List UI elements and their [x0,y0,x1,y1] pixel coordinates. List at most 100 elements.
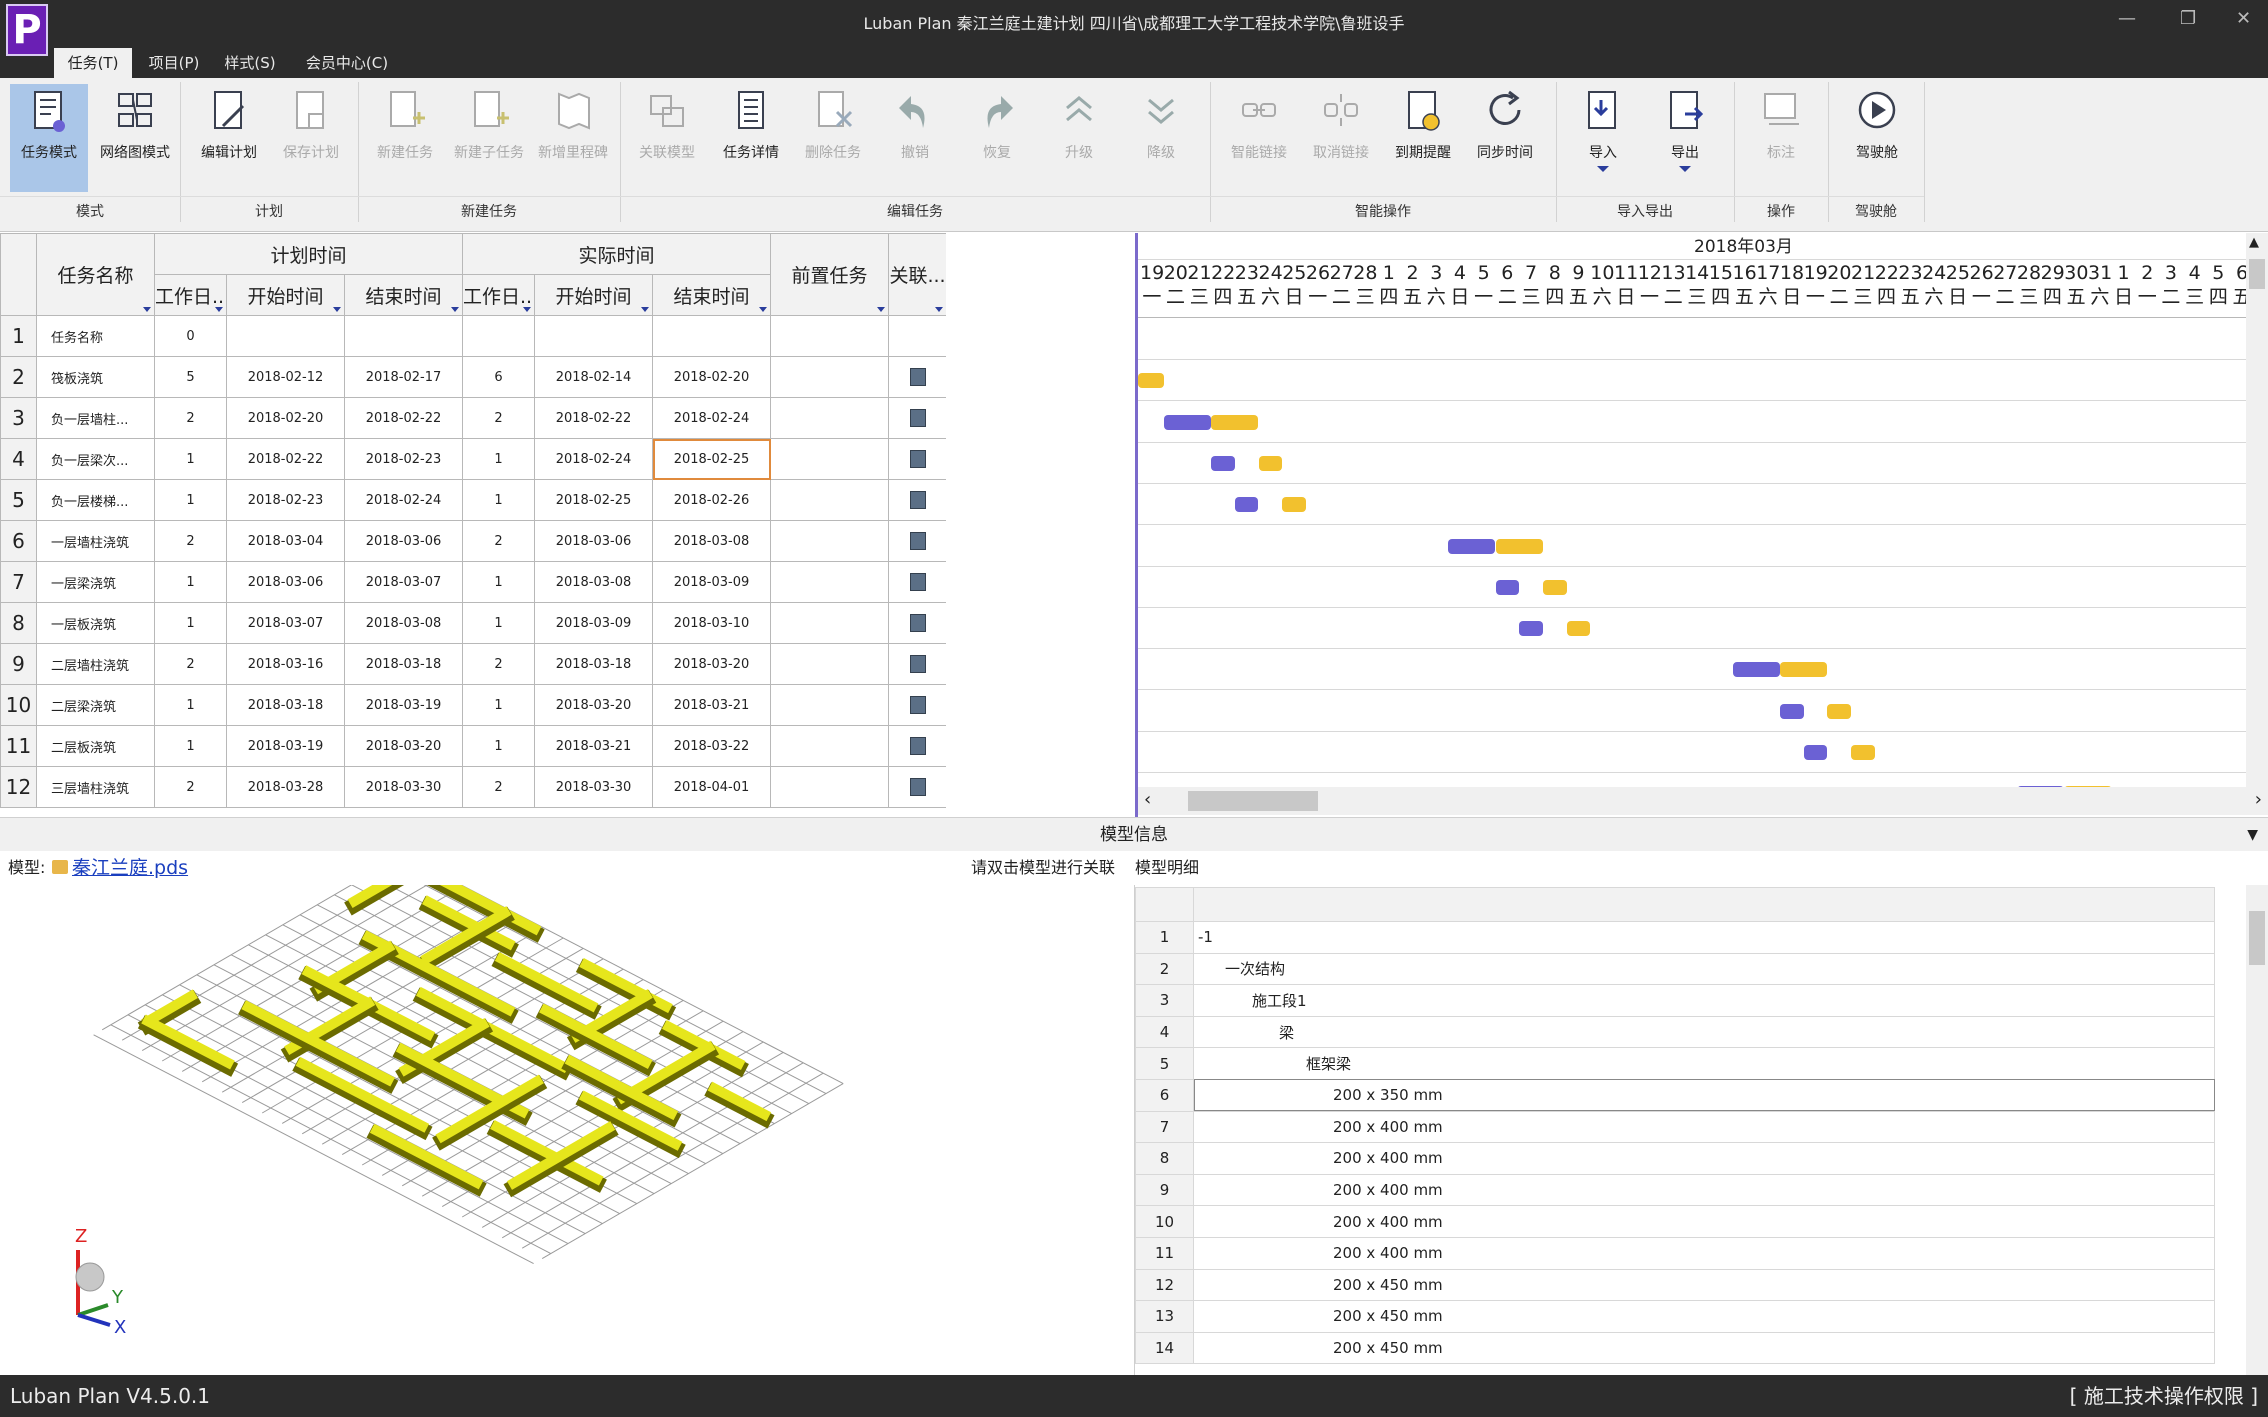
tree-row[interactable]: 1 -1 [1135,921,2215,954]
plan-end-cell[interactable]: 2018-02-24 [344,479,463,521]
actual-days-cell[interactable] [462,315,535,357]
task-row[interactable]: 4 负一层梁次... 1 2018-02-22 2018-02-23 1 2018-02-2… [0,438,946,480]
scrollbar-thumb[interactable] [2249,911,2265,965]
tree-row[interactable]: 14 200 x 450 mm [1135,1331,2215,1365]
tree-row[interactable]: 10 200 x 400 mm [1135,1205,2215,1238]
unlink-button[interactable]: 取消链接 [1302,84,1380,192]
scrollbar-thumb[interactable] [2249,259,2265,289]
task-name-cell[interactable]: 二层梁浇筑 [36,684,155,726]
actual-start-cell[interactable]: 2018-03-20 [534,684,653,726]
plan-days-cell[interactable]: 2 [154,766,227,808]
task-mode-button[interactable]: 任务模式 [10,84,88,192]
plan-bar[interactable] [1234,497,1259,513]
plan-days-cell[interactable]: 2 [154,397,227,439]
actual-days-cell[interactable]: 2 [462,766,535,808]
linked-model-icon[interactable] [909,491,926,509]
tree-row[interactable]: 9 200 x 400 mm [1135,1173,2215,1207]
plan-days-cell[interactable]: 1 [154,602,227,644]
col-actual-start[interactable]: 开始时间 [534,274,653,316]
new-task-button[interactable]: 新建任务 [366,84,444,192]
col-plan-work-days[interactable]: 工作日... [154,274,227,316]
linked-model-icon[interactable] [909,573,926,591]
link-model-button[interactable]: 关联模型 [628,84,706,192]
tree-node-label[interactable]: 200 x 400 mm [1193,1236,2215,1270]
plan-days-cell[interactable]: 1 [154,725,227,767]
beam[interactable] [494,952,599,1013]
gantt-vertical-scrollbar[interactable]: ▲ [2246,233,2268,787]
task-row[interactable]: 8 一层板浇筑 1 2018-03-07 2018-03-08 1 2018-03-09 20… [0,602,946,644]
linked-model-icon[interactable] [909,409,926,427]
tree-row[interactable]: 6 200 x 350 mm [1135,1078,2215,1112]
linked-cell[interactable] [888,520,946,562]
task-row[interactable]: 7 一层梁浇筑 1 2018-03-06 2018-03-07 1 2018-03-08 20… [0,561,946,603]
plan-bar[interactable] [1163,414,1212,430]
plan-start-cell[interactable]: 2018-03-04 [226,520,345,562]
minimize-button[interactable]: — [2118,8,2136,29]
actual-start-cell[interactable]: 2018-02-14 [534,356,653,398]
actual-days-cell[interactable]: 6 [462,356,535,398]
model-file-link[interactable]: 秦江兰庭.pds [72,851,188,885]
demote-button[interactable]: 降级 [1122,84,1200,192]
actual-end-cell[interactable]: 2018-02-24 [652,397,771,439]
task-row[interactable]: 12 三层墙柱浇筑 2 2018-03-28 2018-03-30 2 2018-03-30… [0,766,946,808]
tree-row[interactable]: 5 框架梁 [1135,1047,2215,1080]
task-row[interactable]: 11 二层板浇筑 1 2018-03-19 2018-03-20 1 2018-03-21 2… [0,725,946,767]
linked-model-icon[interactable] [909,450,926,468]
actual-bar[interactable] [1138,373,1164,389]
plan-end-cell[interactable]: 2018-03-19 [344,684,463,726]
scrollbar-thumb[interactable] [1188,791,1318,811]
plan-start-cell[interactable]: 2018-03-07 [226,602,345,644]
plan-bar[interactable] [1448,538,1496,554]
linked-cell[interactable] [888,438,946,480]
linked-model-icon[interactable] [909,737,926,755]
plan-start-cell[interactable] [226,315,345,357]
predecessor-cell[interactable] [770,643,889,685]
actual-start-cell[interactable]: 2018-03-06 [534,520,653,562]
import-dropdown-icon[interactable] [1597,166,1609,172]
actual-bar[interactable] [1258,455,1283,471]
task-row[interactable]: 1 任务名称 0 [0,315,946,357]
task-name-cell[interactable]: 一层梁浇筑 [36,561,155,603]
actual-start-cell[interactable]: 2018-02-22 [534,397,653,439]
beam[interactable] [539,1003,653,1069]
save-plan-button[interactable]: 保存计划 [272,84,350,192]
task-name-cell[interactable]: 一层板浇筑 [36,602,155,644]
linked-cell[interactable] [888,356,946,398]
linked-model-icon[interactable] [909,655,926,673]
tree-row[interactable]: 13 200 x 450 mm [1135,1300,2215,1333]
actual-end-cell[interactable]: 2018-03-10 [652,602,771,644]
actual-days-cell[interactable]: 2 [462,397,535,439]
linked-model-icon[interactable] [909,614,926,632]
linked-cell[interactable] [888,561,946,603]
plan-end-cell[interactable]: 2018-03-30 [344,766,463,808]
tree-node-label[interactable]: 200 x 350 mm [1193,1078,2215,1112]
tree-row[interactable]: 7 200 x 400 mm [1135,1110,2215,1144]
actual-bar[interactable] [1827,703,1851,719]
tree-node-label[interactable]: 施工段1 [1193,984,2215,1017]
linked-cell[interactable] [888,643,946,685]
tree-node-label[interactable]: 200 x 400 mm [1193,1205,2215,1238]
plan-start-cell[interactable]: 2018-02-23 [226,479,345,521]
task-name-cell[interactable]: 三层墙柱浇筑 [36,766,155,808]
actual-days-cell[interactable]: 1 [462,684,535,726]
tree-row[interactable]: 4梁 [1135,1015,2215,1049]
actual-days-cell[interactable]: 1 [462,561,535,603]
actual-end-cell[interactable]: 2018-03-22 [652,725,771,767]
tree-vertical-scrollbar[interactable] [2246,885,2268,1375]
task-row[interactable]: 10 二层梁浇筑 1 2018-03-18 2018-03-19 1 2018-03-20 2… [0,684,946,726]
plan-start-cell[interactable]: 2018-03-19 [226,725,345,767]
edit-plan-button[interactable]: 编辑计划 [190,84,268,192]
actual-end-cell[interactable]: 2018-03-20 [652,643,771,685]
smart-link-button[interactable]: 智能链接 [1220,84,1298,192]
tree-node-label[interactable]: 200 x 400 mm [1193,1142,2215,1175]
predecessor-cell[interactable] [770,766,889,808]
actual-start-cell[interactable]: 2018-03-09 [534,602,653,644]
sync-time-button[interactable]: 同步时间 [1466,84,1544,192]
task-row[interactable]: 9 二层墙柱浇筑 2 2018-03-16 2018-03-18 2 2018-03-18 2… [0,643,946,685]
tree-node-label[interactable]: 梁 [1193,1015,2215,1049]
actual-start-cell[interactable]: 2018-02-24 [534,438,653,480]
task-row[interactable]: 2 筏板浇筑 5 2018-02-12 2018-02-17 6 2018-02-14 201… [0,356,946,398]
tree-row[interactable]: 11 200 x 400 mm [1135,1236,2215,1270]
task-name-cell[interactable]: 二层板浇筑 [36,725,155,767]
col-linked[interactable]: 关联... [888,233,946,316]
